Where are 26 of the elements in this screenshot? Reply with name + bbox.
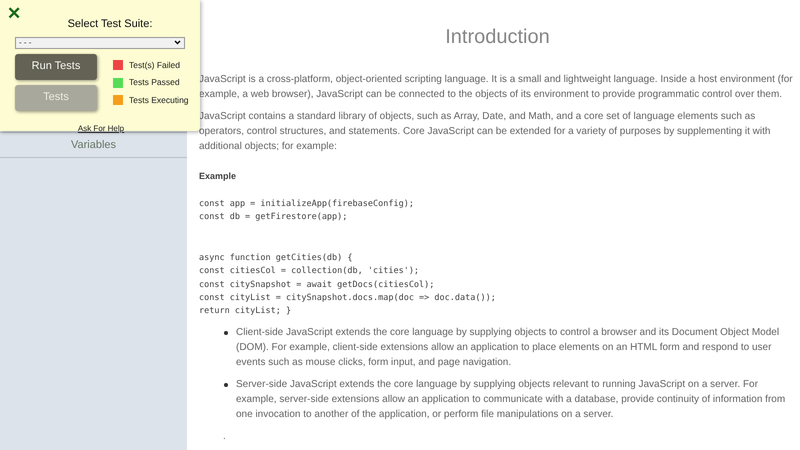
bullet-text: Server-side JavaScript extends the core language by supplying objects relevant to running JavaScript on a server. For example, server-side extensions allow an application to communicate with a database, provide continuity of information from one invocation to another of the application, or perform file manipulations on a server. [236, 378, 786, 422]
test-button[interactable]: Run Tests [15, 54, 97, 80]
code-line: const citySnapshot = await getDocs(citiesCol); [199, 278, 436, 292]
sidebar-item[interactable]: Variables [0, 132, 187, 158]
caret-icon [174, 40, 181, 45]
code-line: async function getCities(db) { [199, 252, 354, 265]
code-line: return cityList; } [199, 305, 292, 318]
code-line: const cityList = citySnapshot.docs.map(doc => doc.data()); [199, 292, 497, 306]
paragraph: JavaScript is a cross-platform, object-oriented scripting language. It is a small and lightweight language. Inside a host environment (for example, a web browser), JavaScript can be connected to the objects of its environment to provide programmatic control over them. [199, 73, 794, 102]
code-line: const citiesCol = collection(db, 'cities'); [199, 265, 420, 278]
page-title: Introduction [444, 30, 551, 45]
code-line: const db = getFirestore(app); [199, 211, 348, 224]
legend-label: Test(s) Failed [129, 58, 180, 72]
paragraph: JavaScript contains a standard library of objects, such as Array, Date, and Math, and a core set of language elements such as operators, control structures, and statements. Core JavaScript can be extended for a variety of purposes by supplementing it with additional objects; for example: [199, 110, 772, 154]
panel-title: Select Test Suite: [66, 17, 154, 32]
bullet-icon [224, 330, 228, 335]
code-line: const app = initializeApp(firebaseConfig); [199, 198, 415, 211]
bullet-text: Client-side JavaScript extends the core language by supplying objects to control a browser and its Document Object Model (DOM). For example, client-side extensions allow an application to place elements on an HTML form and respond to user events such as mouse clicks, form input, and page navigation. [236, 326, 780, 370]
legend-label: Tests Executing [129, 94, 189, 107]
bullet-icon [224, 382, 228, 387]
select-value: - - - [19, 38, 32, 48]
legend-label: Tests Passed [129, 76, 180, 89]
trailing-text: . [222, 430, 227, 444]
help-link[interactable]: Ask For Help [78, 124, 124, 132]
suite-select[interactable]: - - - [15, 36, 185, 48]
example-heading: Example [199, 170, 238, 183]
